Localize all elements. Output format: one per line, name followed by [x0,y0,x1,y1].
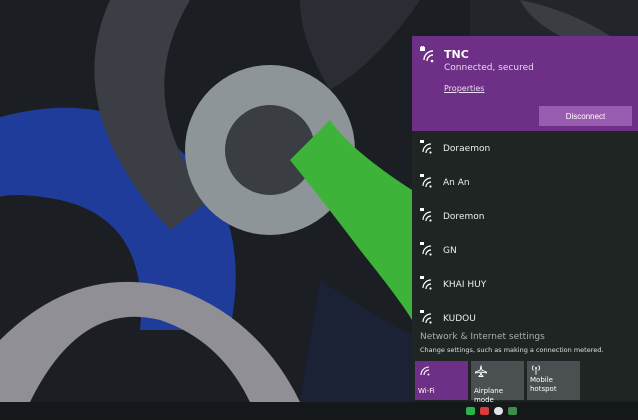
wifi-toggle-label: Wi-Fi [418,387,435,395]
secured-wifi-icon [420,276,432,290]
connected-network-card[interactable]: TNC Connected, secured Properties Discon… [412,36,638,131]
network-name: GN [443,246,457,256]
connected-network-name: TNC [444,48,469,61]
secured-wifi-icon [420,46,434,63]
network-item-khai-huy[interactable]: KHAI HUY [412,269,638,299]
nvidia-icon[interactable] [466,407,475,415]
network-item-gn[interactable]: GN [412,235,638,265]
connection-status: Connected, secured [444,63,534,73]
airplane-mode-toggle[interactable]: Airplane mode [471,361,524,404]
network-icon[interactable] [508,407,517,415]
network-settings-link[interactable]: Network & Internet settings [420,332,545,342]
onedrive-icon[interactable] [494,407,503,415]
network-item-doraemon[interactable]: Doraemon [412,133,638,163]
network-name: An An [443,178,470,188]
vivaldi-icon[interactable] [480,407,489,415]
mobile-hotspot-toggle[interactable]: Mobile hotspot [527,361,580,400]
mobile-hotspot-label: Mobile hotspot [530,376,557,393]
network-name: Doraemon [443,144,491,154]
taskbar [0,402,638,420]
network-item-an-an[interactable]: An An [412,167,638,197]
network-item-doremon[interactable]: Doremon [412,201,638,231]
network-item-kudou[interactable]: KUDOU [412,303,638,333]
network-flyout: TNC Connected, secured Properties Discon… [412,36,638,404]
network-name: KHAI HUY [443,280,487,290]
wifi-icon [420,366,430,376]
network-name: Doremon [443,212,485,222]
network-settings-description: Change settings, such as making a connec… [420,346,604,354]
network-name: KUDOU [443,314,476,324]
secured-wifi-icon [420,242,432,256]
hotspot-icon [532,365,540,375]
secured-wifi-icon [420,140,432,154]
secured-wifi-icon [420,310,432,324]
secured-wifi-icon [420,208,432,222]
secured-wifi-icon [420,174,432,188]
wifi-toggle[interactable]: Wi-Fi [415,361,468,400]
properties-link[interactable]: Properties [444,84,484,93]
airplane-icon [475,365,487,377]
disconnect-button[interactable]: Disconnect [539,106,632,126]
